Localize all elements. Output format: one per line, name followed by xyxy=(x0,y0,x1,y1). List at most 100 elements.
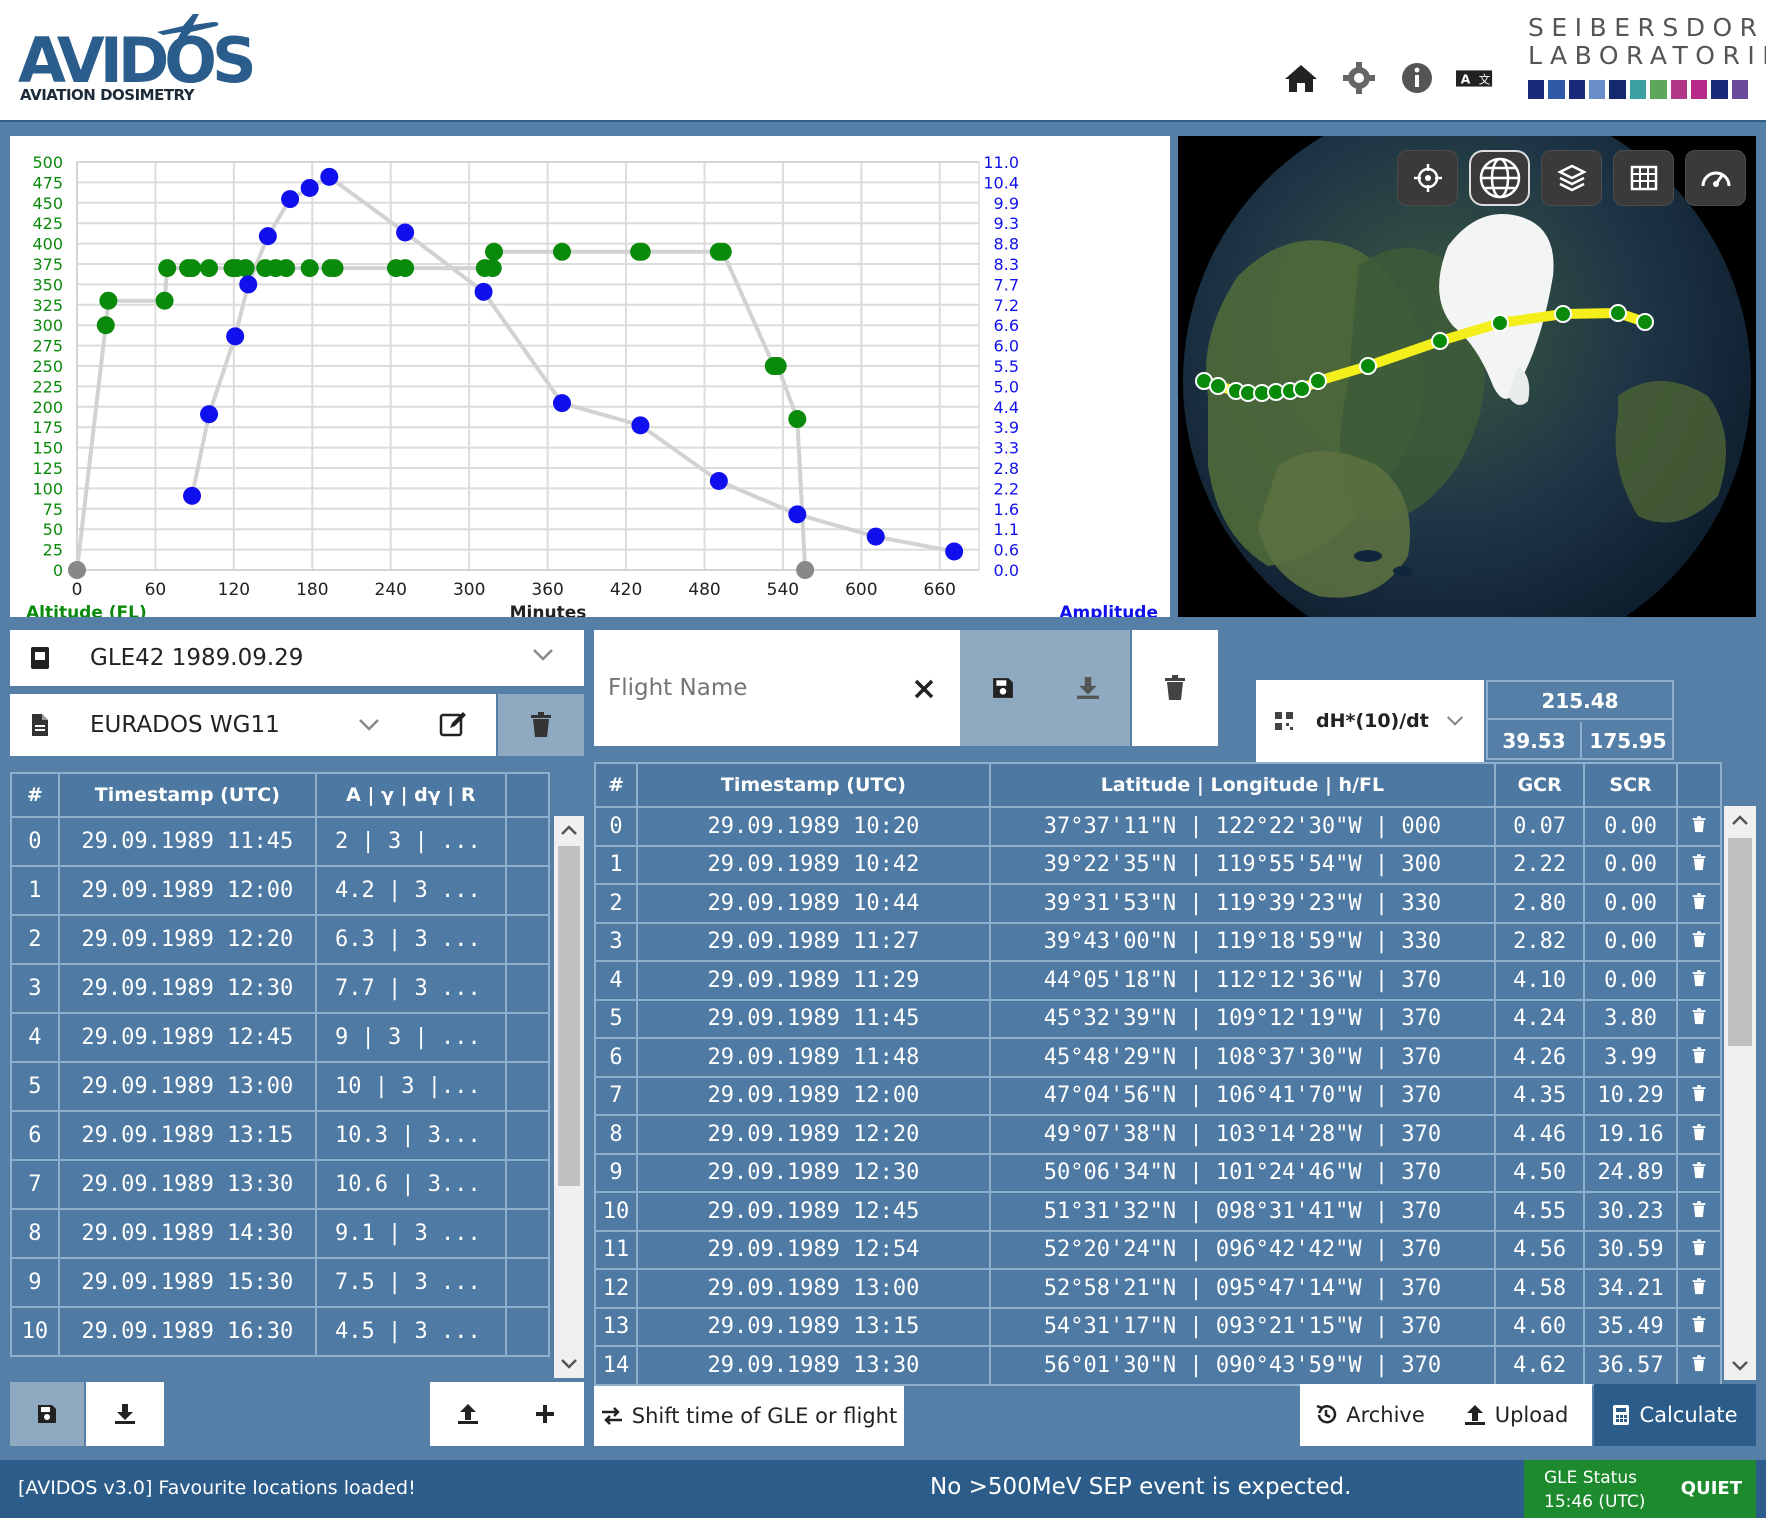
globe-view[interactable] xyxy=(1178,136,1756,617)
calculate-button[interactable]: Calculate xyxy=(1594,1384,1756,1446)
waypoint-marker[interactable] xyxy=(1636,313,1654,331)
archive-button[interactable]: Archive xyxy=(1300,1384,1440,1446)
shift-time-button[interactable]: Shift time of GLE or flight xyxy=(594,1386,904,1446)
delete-model-button[interactable] xyxy=(498,694,584,756)
chevron-down-icon[interactable] xyxy=(358,718,380,732)
table-row[interactable]: 9 29.09.1989 12:30 50°06'34"N | 101°24'46"… xyxy=(593,1152,1723,1193)
table-row[interactable]: 2 29.09.1989 12:20 6.3 | 3 ... xyxy=(10,914,551,965)
delete-flight-button[interactable] xyxy=(1132,630,1218,746)
table-row[interactable]: 0 29.09.1989 10:20 37°37'11"N | 122°22'30"… xyxy=(593,806,1723,847)
scroll-down-icon[interactable] xyxy=(554,1354,584,1374)
download-gle-button[interactable] xyxy=(86,1382,164,1446)
save-flight-button[interactable] xyxy=(960,630,1045,746)
add-row-button[interactable] xyxy=(506,1382,584,1446)
scroll-up-icon[interactable] xyxy=(1724,810,1756,830)
delete-row-button[interactable] xyxy=(1675,1191,1723,1232)
gauge-icon[interactable] xyxy=(1685,150,1746,206)
chevron-down-icon[interactable] xyxy=(532,648,554,662)
upload-button[interactable]: Upload xyxy=(1440,1384,1592,1446)
table-row[interactable]: 7 29.09.1989 13:30 10.6 | 3... xyxy=(10,1159,551,1210)
model-select[interactable]: EURADOS WG11 xyxy=(10,694,496,756)
cell-scr: 0.00 xyxy=(1583,844,1678,885)
table-row[interactable]: 6 29.09.1989 11:48 45°48'29"N | 108°37'30"… xyxy=(593,1037,1723,1078)
table-row[interactable]: 10 29.09.1989 12:45 51°31'32"N | 098°31'41… xyxy=(593,1191,1723,1232)
table-row[interactable]: 8 29.09.1989 14:30 9.1 | 3 ... xyxy=(10,1208,551,1259)
waypoint-marker[interactable] xyxy=(1491,314,1509,332)
flight-name-field[interactable] xyxy=(594,630,960,746)
table-row[interactable]: 3 29.09.1989 12:30 7.7 | 3 ... xyxy=(10,963,551,1014)
table-row[interactable]: 8 29.09.1989 12:20 49°07'38"N | 103°14'28"… xyxy=(593,1114,1723,1155)
table-row[interactable]: 12 29.09.1989 13:00 52°58'21"N | 095°47'14… xyxy=(593,1268,1723,1309)
grid-icon[interactable] xyxy=(1613,150,1674,206)
delete-row-button[interactable] xyxy=(1675,1229,1723,1270)
layers-icon[interactable] xyxy=(1541,150,1602,206)
edit-icon[interactable] xyxy=(438,710,468,740)
delete-row-button[interactable] xyxy=(1675,1037,1723,1078)
table-row[interactable]: 1 29.09.1989 12:00 4.2 | 3 ... xyxy=(10,865,551,916)
delete-row-button[interactable] xyxy=(1675,1075,1723,1116)
settings-icon[interactable] xyxy=(1340,60,1378,96)
chevron-down-icon[interactable] xyxy=(1446,715,1464,727)
table-row[interactable]: 7 29.09.1989 12:00 47°04'56"N | 106°41'70"… xyxy=(593,1075,1723,1116)
delete-row-button[interactable] xyxy=(1675,1345,1723,1386)
waypoint-marker[interactable] xyxy=(1293,380,1311,398)
delete-row-button[interactable] xyxy=(1675,883,1723,924)
table-row[interactable]: 3 29.09.1989 11:27 39°43'00"N | 119°18'59"… xyxy=(593,921,1723,962)
table-row[interactable]: 4 29.09.1989 12:45 9 | 3 | ... xyxy=(10,1012,551,1063)
delete-row-button[interactable] xyxy=(1675,921,1723,962)
delete-row-button[interactable] xyxy=(1675,844,1723,885)
table-row[interactable]: 2 29.09.1989 10:44 39°31'53"N | 119°39'23"… xyxy=(593,883,1723,924)
cell-index: 8 xyxy=(593,1114,639,1155)
delete-row-button[interactable] xyxy=(1675,1268,1723,1309)
table-row[interactable]: 11 29.09.1989 12:54 52°20'24"N | 096°42'42… xyxy=(593,1229,1723,1270)
globe-icon[interactable] xyxy=(1469,150,1530,206)
table-row[interactable]: 1 29.09.1989 10:42 39°22'35"N | 119°55'54"… xyxy=(593,844,1723,885)
table-row[interactable]: 14 29.09.1989 13:30 56°01'30"N | 090°43'59… xyxy=(593,1345,1723,1386)
table-row[interactable]: 5 29.09.1989 13:00 10 | 3 |... xyxy=(10,1061,551,1112)
info-icon[interactable] xyxy=(1398,60,1436,96)
waypoint-marker[interactable] xyxy=(1359,357,1377,375)
gle-table-header: # Timestamp (UTC) A | γ | dγ | R xyxy=(10,772,551,818)
upload-gle-button[interactable] xyxy=(430,1382,506,1446)
cell-gcr: 4.26 xyxy=(1494,1037,1586,1078)
waypoint-marker[interactable] xyxy=(1554,305,1572,323)
locate-icon[interactable] xyxy=(1397,150,1458,206)
delete-row-button[interactable] xyxy=(1675,1152,1723,1193)
globe-map[interactable] xyxy=(1178,136,1756,617)
table-row[interactable]: 6 29.09.1989 13:15 10.3 | 3... xyxy=(10,1110,551,1161)
delete-row-button[interactable] xyxy=(1675,1114,1723,1155)
delete-row-button[interactable] xyxy=(1675,998,1723,1039)
home-icon[interactable] xyxy=(1282,60,1320,96)
download-flight-button[interactable] xyxy=(1045,630,1130,746)
waypoint-marker[interactable] xyxy=(1209,377,1227,395)
gle-scrollbar[interactable] xyxy=(554,816,584,1378)
table-row[interactable]: 10 29.09.1989 16:30 4.5 | 3 ... xyxy=(10,1306,551,1357)
flight-name-input[interactable] xyxy=(608,670,898,706)
scroll-up-icon[interactable] xyxy=(554,820,584,840)
save-gle-button[interactable] xyxy=(10,1382,84,1446)
quantity-select[interactable]: dH*(10)/dt xyxy=(1256,680,1484,762)
scroll-thumb[interactable] xyxy=(558,846,580,1186)
event-select[interactable]: GLE42 1989.09.29 xyxy=(10,630,584,686)
cell-scr: 19.16 xyxy=(1583,1114,1678,1155)
table-row[interactable]: 13 29.09.1989 13:15 54°31'17"N | 093°21'15… xyxy=(593,1306,1723,1347)
clear-icon[interactable] xyxy=(914,679,934,699)
y-right-tick-label: 3.3 xyxy=(994,439,1019,458)
waypoint-marker[interactable] xyxy=(1431,332,1449,350)
delete-row-button[interactable] xyxy=(1675,960,1723,1001)
delete-row-button[interactable] xyxy=(1675,1306,1723,1347)
table-row[interactable]: 4 29.09.1989 11:29 44°05'18"N | 112°12'36"… xyxy=(593,960,1723,1001)
waypoint-marker[interactable] xyxy=(1609,304,1627,322)
cell-index: 2 xyxy=(10,914,60,965)
altitude-point xyxy=(788,410,807,429)
waypoint-marker[interactable] xyxy=(1309,372,1327,390)
scroll-thumb[interactable] xyxy=(1728,838,1752,1046)
table-row[interactable]: 9 29.09.1989 15:30 7.5 | 3 ... xyxy=(10,1257,551,1308)
flight-scrollbar[interactable] xyxy=(1724,806,1756,1380)
scroll-down-icon[interactable] xyxy=(1724,1356,1756,1376)
table-row[interactable]: 5 29.09.1989 11:45 45°32'39"N | 109°12'19"… xyxy=(593,998,1723,1039)
cell-index: 1 xyxy=(593,844,639,885)
language-icon[interactable]: A文 xyxy=(1456,60,1494,96)
delete-row-button[interactable] xyxy=(1675,806,1723,847)
table-row[interactable]: 0 29.09.1989 11:45 2 | 3 | ... xyxy=(10,816,551,867)
